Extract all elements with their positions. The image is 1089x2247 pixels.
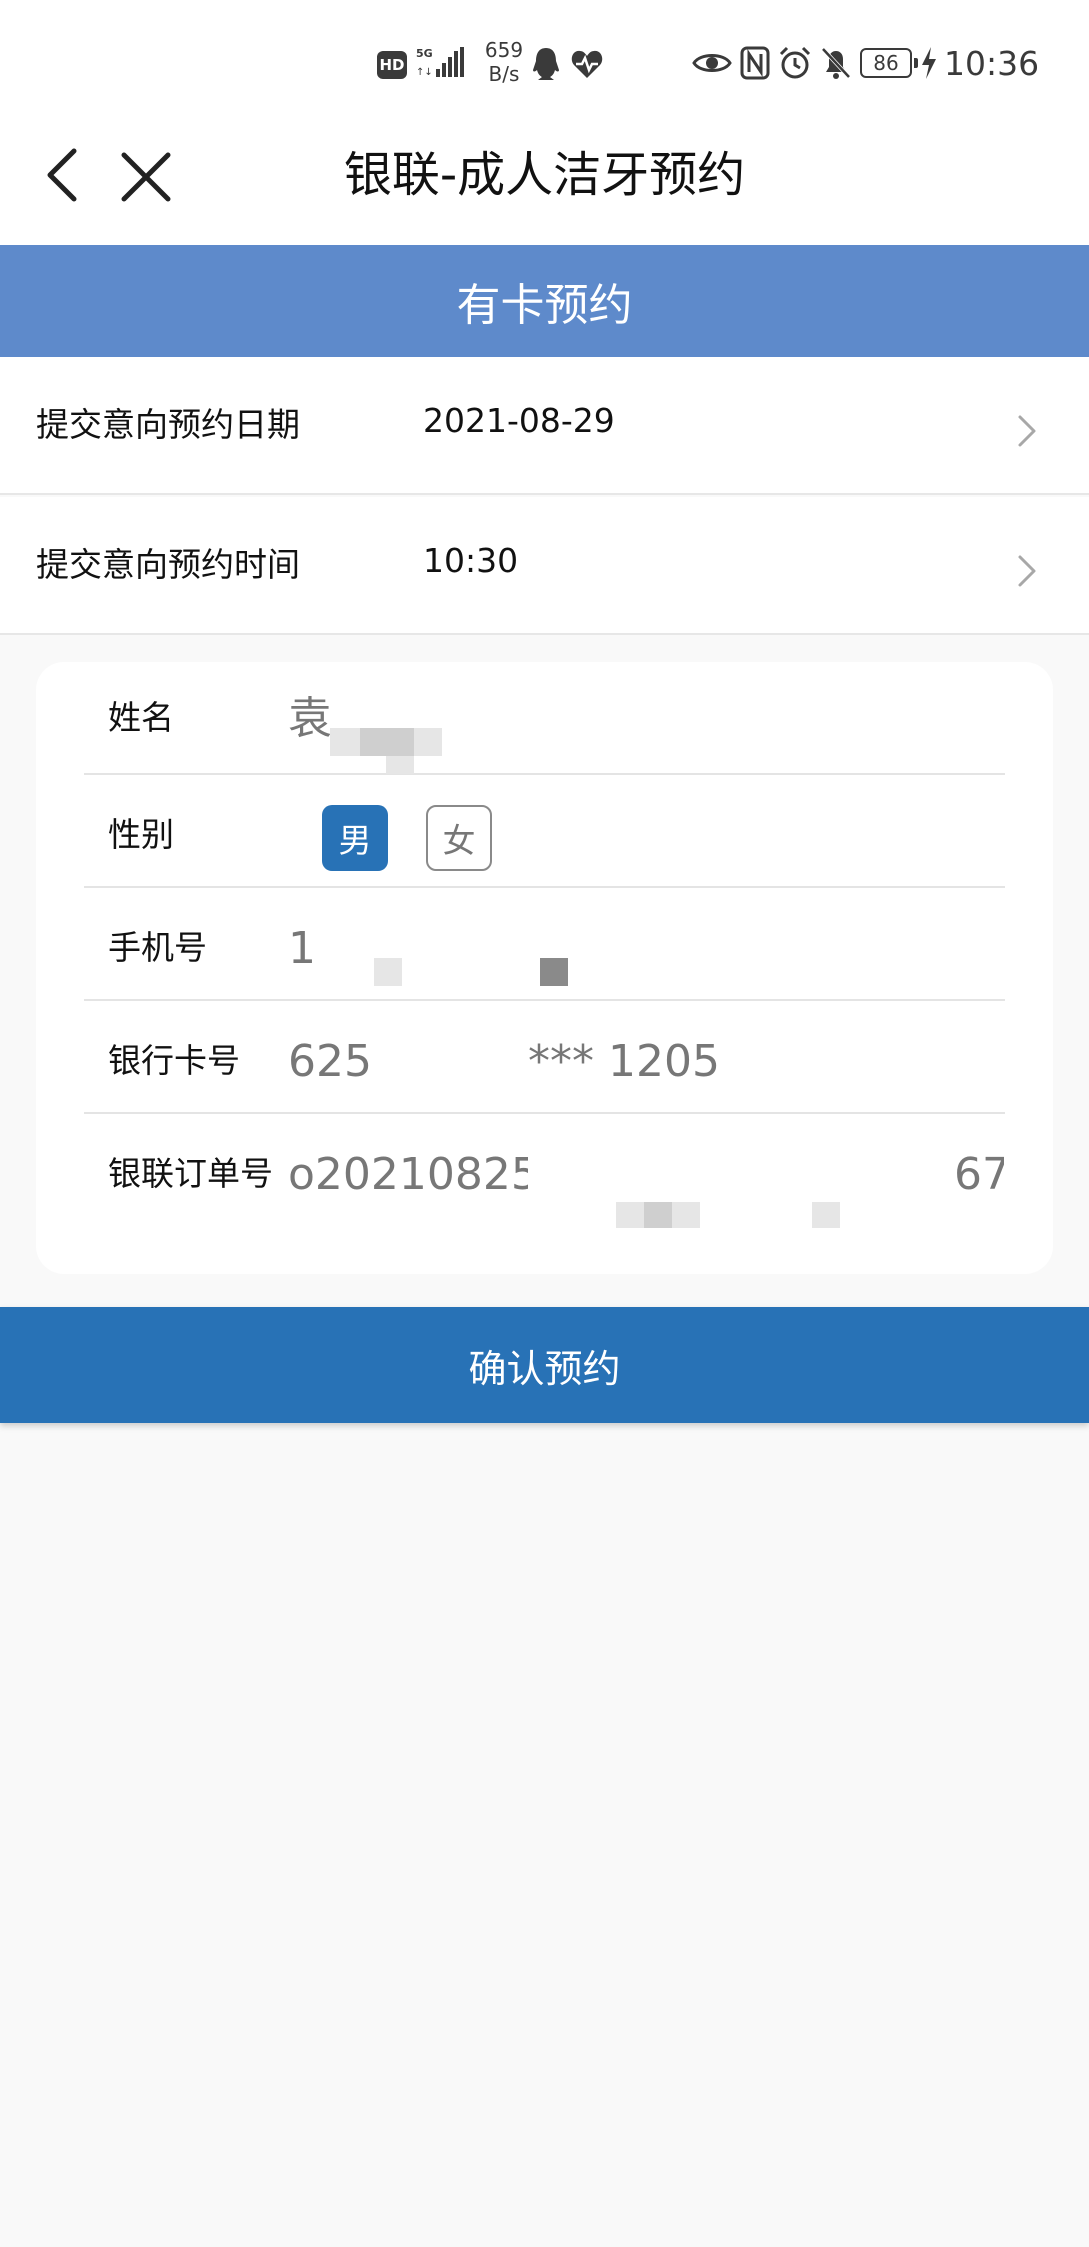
redaction-mosaic (360, 728, 386, 756)
name-row: 姓名 袁 (84, 662, 1005, 775)
svg-text:↑↓: ↑↓ (416, 67, 433, 78)
chevron-right-icon (1018, 555, 1036, 587)
redaction-mosaic (374, 958, 402, 986)
hd-icon: HD (377, 51, 407, 79)
health-icon (571, 50, 603, 78)
appointment-time-value: 10:30 (423, 541, 519, 580)
gender-male-button[interactable]: 男 (322, 805, 388, 871)
user-info-card: 姓名 袁 性别 男 女 手机号 1 银行卡号 625 *** 1205 银联订单… (36, 662, 1053, 1274)
appointment-time-picker[interactable]: 提交意向预约时间 10:30 (0, 497, 1089, 635)
gender-row: 性别 男 女 (84, 775, 1005, 888)
card-number-start[interactable]: 625 (288, 1035, 372, 1089)
page-title: 银联-成人洁牙预约 (343, 147, 746, 203)
qq-icon (533, 48, 559, 80)
clock: 10:36 (944, 44, 1040, 83)
battery-icon: 86 (860, 48, 918, 78)
card-number-end: *** 1205 (528, 1036, 720, 1087)
appointment-date-value: 2021-08-29 (423, 401, 615, 440)
redaction-mosaic (386, 728, 414, 756)
redaction-mosaic (330, 728, 360, 756)
card-label: 银行卡号 (108, 1041, 240, 1080)
order-number-start[interactable]: o20210825 (288, 1148, 528, 1202)
appointment-date-picker[interactable]: 提交意向预约日期 2021-08-29 (0, 357, 1089, 495)
redaction-mosaic (414, 728, 442, 756)
order-row: 银联订单号 o20210825 67 (84, 1114, 1005, 1228)
redaction-mosaic (812, 1202, 840, 1228)
alarm-icon (779, 46, 811, 79)
order-number-end: 67 (954, 1149, 1004, 1200)
name-label: 姓名 (108, 698, 174, 737)
gender-female-button[interactable]: 女 (426, 805, 492, 871)
phone-field[interactable]: 1 (288, 922, 316, 976)
confirm-appointment-button[interactable]: 确认预约 (0, 1307, 1089, 1423)
name-field[interactable]: 袁 (288, 692, 332, 746)
mute-icon (821, 47, 851, 79)
network-speed-value: 659 (484, 38, 524, 62)
redaction-mosaic (386, 756, 414, 774)
appointment-date-label: 提交意向预约日期 (36, 405, 300, 444)
phone-label: 手机号 (108, 928, 207, 967)
card-row: 银行卡号 625 *** 1205 (84, 1001, 1005, 1114)
redaction-mosaic (672, 1202, 700, 1228)
network-speed-unit: B/s (488, 62, 520, 86)
phone-row: 手机号 1 (84, 888, 1005, 1001)
svg-text:5G: 5G (416, 47, 433, 60)
signal-icon: 5G ↑↓ (416, 47, 464, 78)
nfc-icon (740, 46, 770, 80)
order-label: 银联订单号 (108, 1154, 273, 1193)
appointment-time-label: 提交意向预约时间 (36, 545, 300, 584)
redaction-mosaic (644, 1202, 672, 1228)
section-header: 有卡预约 (0, 245, 1089, 357)
redaction-mosaic (540, 958, 568, 986)
network-speed: 659 B/s (478, 38, 530, 86)
gender-label: 性别 (108, 815, 174, 854)
eye-comfort-icon (692, 54, 732, 72)
chevron-right-icon (1018, 415, 1036, 447)
charging-icon (922, 47, 936, 79)
redaction-mosaic (616, 1202, 644, 1228)
nav-bar: 银联-成人洁牙预约 (0, 115, 1089, 245)
status-bar: HD 5G ↑↓ 659 B/s 86 10:36 (0, 0, 1089, 115)
